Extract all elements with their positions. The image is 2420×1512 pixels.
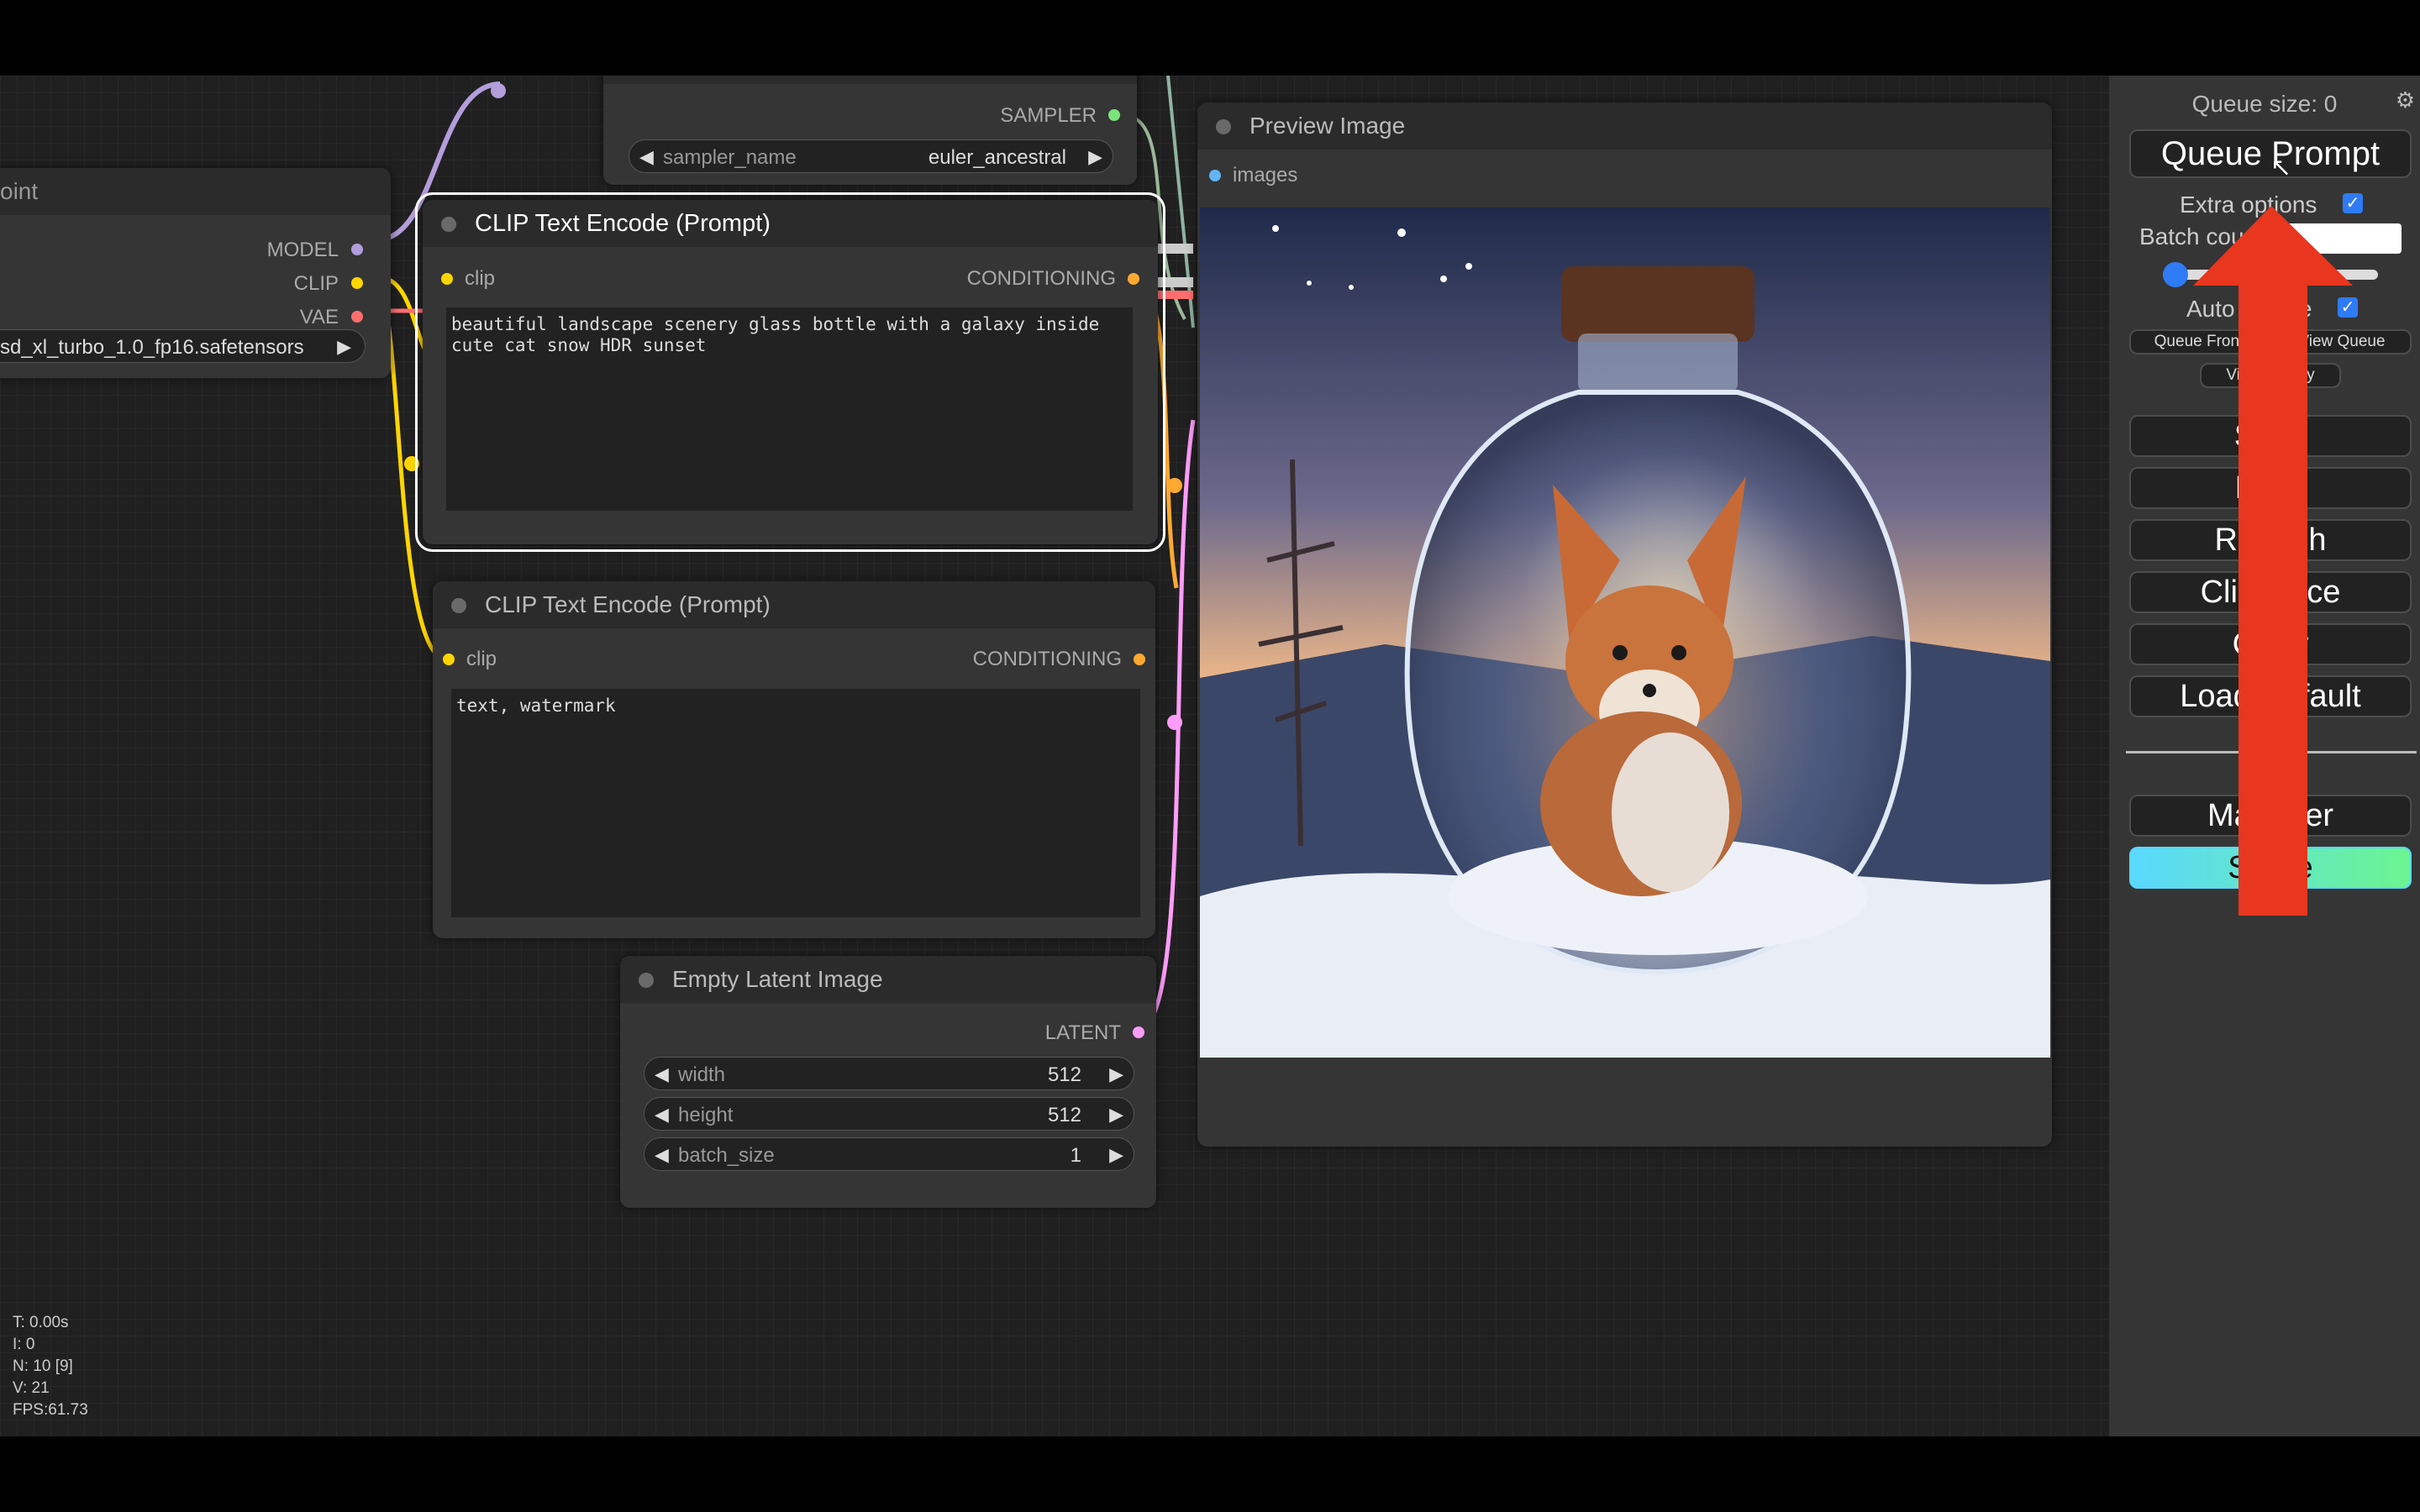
- height-number-widget[interactable]: ◀ height 512 ▶: [644, 1097, 1134, 1131]
- collapse-dot-icon[interactable]: [441, 217, 456, 232]
- output-label-clip: CLIP: [293, 272, 339, 295]
- empty-latent-image-node[interactable]: Empty Latent Image LATENT ◀ width 512 ▶ …: [620, 956, 1156, 1208]
- input-slot-clip[interactable]: [441, 273, 453, 285]
- stat-vertices: V: 21: [13, 1379, 50, 1397]
- ckpt-name-combo[interactable]: sd_xl_turbo_1.0_fp16.safetensors ▶: [0, 329, 366, 363]
- widget-value: 512: [1047, 1104, 1081, 1126]
- output-slot-vae[interactable]: [351, 311, 363, 323]
- output-label-model: MODEL: [266, 239, 339, 261]
- output-slot-model[interactable]: [351, 244, 363, 255]
- node-title: Preview Image: [1197, 102, 2052, 150]
- input-slot-images[interactable]: [1209, 170, 1221, 181]
- widget-value: euler_ancestral: [928, 146, 1066, 169]
- queue-menu-panel: Queue size: 0 ⚙ Queue Prompt Extra optio…: [2109, 76, 2420, 1436]
- performance-stats: T: 0.00s I: 0 N: 10 [9] V: 21 FPS:61.73: [13, 1312, 88, 1421]
- arrow-right-icon[interactable]: ▶: [337, 336, 351, 358]
- sampler-name-combo[interactable]: ◀ sampler_name euler_ancestral ▶: [629, 139, 1113, 173]
- arrow-right-icon[interactable]: ▶: [1088, 146, 1102, 168]
- collapse-dot-icon[interactable]: [451, 598, 466, 613]
- arrow-left-icon[interactable]: ◀: [655, 1104, 669, 1126]
- node-title-text: CLIP Text Encode (Prompt): [485, 591, 771, 617]
- arrow-left-icon[interactable]: ◀: [655, 1144, 669, 1166]
- input-label-images: images: [1233, 164, 1298, 186]
- node-title-text: Empty Latent Image: [672, 966, 883, 992]
- preview-image[interactable]: [1200, 207, 2050, 1058]
- widget-value: 1: [1070, 1144, 1081, 1167]
- prompt-textarea[interactable]: beautiful landscape scenery glass bottle…: [446, 307, 1133, 511]
- output-label-conditioning: CONDITIONING: [966, 267, 1116, 290]
- input-label-clip: clip: [466, 648, 497, 670]
- arrow-left-icon[interactable]: ◀: [639, 146, 654, 168]
- output-slot-conditioning[interactable]: [1134, 654, 1145, 665]
- stat-nodes: N: 10 [9]: [13, 1357, 73, 1375]
- reroute-dot: [1167, 715, 1182, 730]
- output-label-vae: VAE: [299, 306, 339, 328]
- negative-prompt-textarea[interactable]: text, watermark: [451, 689, 1140, 917]
- arrow-right-icon[interactable]: ▶: [1109, 1063, 1123, 1085]
- input-slot-clip[interactable]: [443, 654, 455, 665]
- widget-label: height: [678, 1104, 734, 1126]
- load-checkpoint-node[interactable]: oint MODEL CLIP VAE sd_xl_turbo_1.0_fp16…: [0, 168, 391, 378]
- node-title: CLIP Text Encode (Prompt): [433, 581, 1155, 628]
- collapse-dot-icon[interactable]: [1216, 119, 1231, 134]
- arrow-left-icon[interactable]: ◀: [655, 1063, 669, 1085]
- node-graph-canvas[interactable]: oint MODEL CLIP VAE sd_xl_turbo_1.0_fp16…: [0, 76, 2109, 1436]
- output-slot-clip[interactable]: [351, 277, 363, 289]
- reroute-dot: [1167, 478, 1182, 493]
- node-title-text: Preview Image: [1249, 113, 1406, 139]
- clip-text-encode-negative-node[interactable]: CLIP Text Encode (Prompt) clip CONDITION…: [433, 581, 1155, 938]
- widget-label: width: [678, 1063, 726, 1086]
- node-title-text: CLIP Text Encode (Prompt): [475, 210, 771, 237]
- collapse-dot-icon[interactable]: [639, 973, 654, 988]
- reroute-dot: [404, 456, 419, 471]
- widget-value: 512: [1047, 1063, 1081, 1086]
- reroute-dot: [491, 83, 506, 98]
- arrow-right-icon[interactable]: ▶: [1109, 1144, 1123, 1166]
- widget-label: sampler_name: [663, 146, 797, 169]
- output-label-sampler: SAMPLER: [1000, 104, 1097, 127]
- output-slot-sampler[interactable]: [1108, 109, 1120, 121]
- annotation-arrow: [2193, 206, 2353, 916]
- stat-iterations: I: 0: [13, 1336, 35, 1353]
- batch-size-number-widget[interactable]: ◀ batch_size 1 ▶: [644, 1137, 1134, 1171]
- output-label-latent: LATENT: [1044, 1021, 1121, 1044]
- widget-label: batch_size: [678, 1144, 775, 1167]
- stat-fps: FPS:61.73: [13, 1401, 88, 1419]
- ksampler-select-node[interactable]: SAMPLER ◀ sampler_name euler_ancestral ▶: [603, 76, 1137, 185]
- node-title-clipped: [603, 76, 1137, 84]
- mouse-cursor-icon: ↖: [2270, 154, 2292, 181]
- node-title: CLIP Text Encode (Prompt): [423, 200, 1158, 247]
- output-slot-latent[interactable]: [1133, 1026, 1144, 1038]
- output-label-conditioning: CONDITIONING: [972, 648, 1122, 670]
- node-title: Empty Latent Image: [620, 956, 1156, 1003]
- stat-time: T: 0.00s: [13, 1314, 69, 1331]
- clip-text-encode-positive-node[interactable]: CLIP Text Encode (Prompt) clip CONDITION…: [415, 192, 1165, 552]
- arrow-right-icon[interactable]: ▶: [1109, 1104, 1123, 1126]
- output-slot-conditioning[interactable]: [1128, 273, 1139, 285]
- width-number-widget[interactable]: ◀ width 512 ▶: [644, 1057, 1134, 1090]
- ckpt-name-value: sd_xl_turbo_1.0_fp16.safetensors: [0, 336, 304, 359]
- input-label-clip: clip: [465, 267, 496, 290]
- preview-image-node[interactable]: Preview Image images: [1197, 102, 2052, 1147]
- node-title: oint: [0, 168, 391, 215]
